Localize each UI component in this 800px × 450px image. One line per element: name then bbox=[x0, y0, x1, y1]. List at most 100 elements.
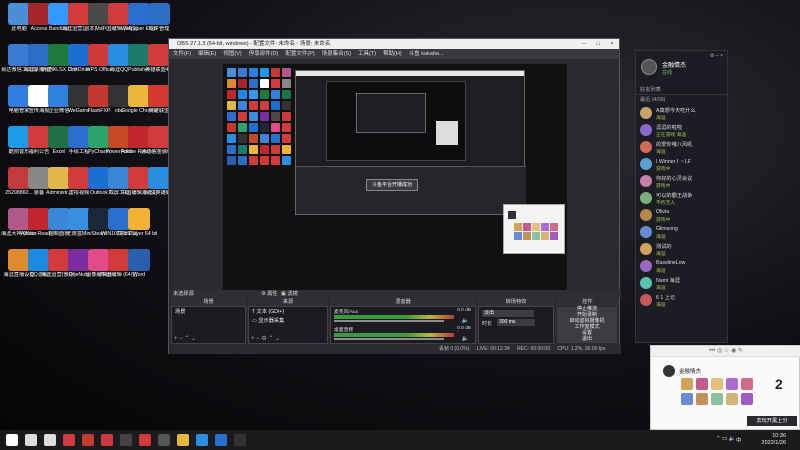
preview-icon bbox=[260, 90, 269, 99]
app-wps-icon[interactable] bbox=[101, 434, 113, 446]
desktop-icon[interactable]: Word bbox=[121, 249, 157, 278]
friend-row[interactable]: Glimsong 海涯 bbox=[636, 224, 727, 241]
qq-icon[interactable] bbox=[196, 434, 208, 446]
volume-slider[interactable] bbox=[334, 338, 444, 340]
audio-meter bbox=[334, 315, 454, 319]
desktop-icon-label: Word bbox=[132, 272, 146, 278]
friend-row[interactable]: 可以的霸王战争 不朽无人 bbox=[636, 190, 727, 207]
friend-row[interactable]: I Winner I 丶LF 游戏中 bbox=[636, 156, 727, 173]
notification-card[interactable]: ••• ◎ ☆ ◉ ✎ 金融情杰 2 去玩开黑上分 bbox=[650, 345, 800, 430]
app-lol2-icon[interactable] bbox=[139, 434, 151, 446]
app-red-icon[interactable] bbox=[63, 434, 75, 446]
qq-status[interactable]: 在线 bbox=[662, 69, 672, 76]
preview-icon bbox=[249, 134, 258, 143]
app-obs-icon[interactable] bbox=[120, 434, 132, 446]
volume-slider[interactable] bbox=[334, 320, 444, 322]
preview-icon bbox=[282, 101, 291, 110]
menu-item[interactable]: 斗鱼 kakaba... bbox=[409, 51, 444, 57]
preview-icon bbox=[227, 145, 236, 154]
obs-window[interactable]: OBS 27.1.3 (64-bit, windows) - 配置文件: 未命名… bbox=[168, 38, 621, 354]
avatar bbox=[640, 124, 652, 136]
maximize-icon[interactable]: □ bbox=[591, 39, 605, 49]
task-view-icon[interactable] bbox=[44, 434, 56, 446]
desktop-icon[interactable]: 软件管理 bbox=[141, 3, 177, 32]
menu-item[interactable]: 视图(V) bbox=[223, 51, 241, 57]
properties-button[interactable]: ⚙ 属性 bbox=[261, 290, 277, 298]
friend-row[interactable]: 你好的心灵会议 游戏中 bbox=[636, 173, 727, 190]
obs2-icon[interactable] bbox=[234, 434, 246, 446]
preview-icon bbox=[227, 112, 236, 121]
duration-input[interactable]: 300 ms bbox=[497, 319, 535, 326]
friend-row[interactable]: 测试的 海涯 bbox=[636, 241, 727, 258]
app-blue-icon[interactable] bbox=[215, 434, 227, 446]
taskbar: ⌃ ▭ 🔈 10:36 2022/1/26 中 bbox=[0, 430, 800, 450]
app-icon bbox=[148, 3, 170, 25]
start-icon[interactable] bbox=[6, 434, 18, 446]
clock-time: 10:36 bbox=[772, 433, 786, 439]
menu-item[interactable]: 工具(T) bbox=[358, 51, 376, 57]
friend-row[interactable]: A真想今天吃什么 海涯 bbox=[636, 105, 727, 122]
friend-name: 6 1 上记 bbox=[656, 295, 676, 301]
friend-row[interactable]: 的爱你哦八风吼 海涯 bbox=[636, 139, 727, 156]
friend-row[interactable]: BaselineLow 海涯 bbox=[636, 258, 727, 275]
friend-signature: 不朽无人 bbox=[656, 201, 676, 206]
preview-hero-icon bbox=[523, 223, 531, 231]
search-icon[interactable] bbox=[25, 434, 37, 446]
friend-signature: 海涯 bbox=[656, 286, 666, 291]
chrome-icon[interactable] bbox=[177, 434, 189, 446]
preview-icon bbox=[227, 101, 236, 110]
clock[interactable]: 10:36 2022/1/26 bbox=[746, 433, 786, 447]
mixer-panel: 麦克风/Aux 0.0 dB 🔈 桌面音频 0.0 dB 🔈 bbox=[330, 306, 476, 344]
menu-item[interactable]: 停靠部件(D) bbox=[249, 51, 279, 57]
preview-icon bbox=[271, 90, 280, 99]
qq-group[interactable]: 最近 (4/99) bbox=[636, 95, 727, 105]
sources-panel[interactable]: T 文本 (GDI+) ▭ 显示器采集 + − ⚙ ⌃ ⌄ bbox=[248, 306, 328, 344]
preview-icon bbox=[249, 101, 258, 110]
preview-icon bbox=[271, 156, 280, 165]
speaker-icon[interactable]: 🔈 bbox=[462, 335, 469, 342]
preview-hero-icon bbox=[550, 232, 558, 240]
avatar bbox=[640, 226, 652, 238]
friend-row[interactable]: Nami 海涯 海涯 bbox=[636, 275, 727, 292]
ime-indicator[interactable]: 中 bbox=[736, 436, 742, 444]
preview-icon bbox=[227, 79, 236, 88]
hero-icon bbox=[696, 393, 708, 405]
source-item[interactable]: T 文本 (GDI+) bbox=[249, 307, 327, 316]
preview-icon bbox=[227, 156, 236, 165]
window-controls[interactable]: ⚙ – × bbox=[710, 53, 723, 59]
filters-button[interactable]: ▣ 滤镜 bbox=[281, 290, 298, 298]
speaker-icon[interactable]: 🔈 bbox=[462, 317, 469, 324]
source-item[interactable]: ▭ 显示器采集 bbox=[249, 316, 327, 325]
obs-preview[interactable]: 斗鱼平台开播成功 bbox=[223, 64, 567, 290]
preview-icon bbox=[249, 68, 258, 77]
transition-select[interactable]: 淡出 bbox=[482, 310, 534, 317]
tray-icons[interactable]: ⌃ ▭ 🔈 bbox=[716, 436, 736, 442]
avatar[interactable] bbox=[641, 59, 657, 75]
control-button[interactable]: 退出 bbox=[557, 336, 617, 343]
source-controls[interactable]: + − ⚙ ⌃ ⌄ bbox=[251, 335, 280, 342]
friend-row[interactable]: 逗逗的啦啦 正在游戏 海涯 bbox=[636, 122, 727, 139]
scene-controls[interactable]: + − ⌃ ⌄ bbox=[174, 335, 196, 342]
menu-item[interactable]: 编辑(E) bbox=[198, 51, 216, 57]
preview-icon bbox=[238, 90, 247, 99]
minimize-icon[interactable]: – bbox=[577, 39, 591, 49]
app-xm-icon[interactable] bbox=[158, 434, 170, 446]
qq-tab[interactable]: 好友列表 bbox=[636, 85, 727, 95]
obs-title-bar[interactable]: OBS 27.1.3 (64-bit, windows) - 配置文件: 未命名… bbox=[169, 39, 619, 49]
scenes-panel[interactable]: 场景 + − ⌃ ⌄ bbox=[171, 306, 246, 344]
menu-item[interactable]: 帮助(H) bbox=[383, 51, 402, 57]
menu-item[interactable]: 配置文件(P) bbox=[285, 51, 314, 57]
app-lol-icon[interactable] bbox=[82, 434, 94, 446]
desktop-icon[interactable]: PotPlayer 64 bit bbox=[121, 208, 157, 237]
friend-row[interactable]: 6 1 上记 海涯 bbox=[636, 292, 727, 309]
close-icon[interactable]: × bbox=[605, 39, 619, 49]
menu-item[interactable]: 场景集合(S) bbox=[322, 51, 351, 57]
duration-label: 时长 bbox=[482, 321, 493, 327]
friend-row[interactable]: Olivia 游戏中 bbox=[636, 207, 727, 224]
notif-button[interactable]: 去玩开黑上分 bbox=[747, 416, 797, 426]
avatar bbox=[640, 141, 652, 153]
menu-item[interactable]: 文件(F) bbox=[173, 51, 191, 57]
preview-icon bbox=[271, 145, 280, 154]
qq-friend-panel[interactable]: 金融情杰 在线 ⚙ – × 好友列表 最近 (4/99) A真想今天吃什么 海涯逗… bbox=[635, 50, 728, 343]
scene-item[interactable]: 场景 bbox=[172, 307, 245, 316]
